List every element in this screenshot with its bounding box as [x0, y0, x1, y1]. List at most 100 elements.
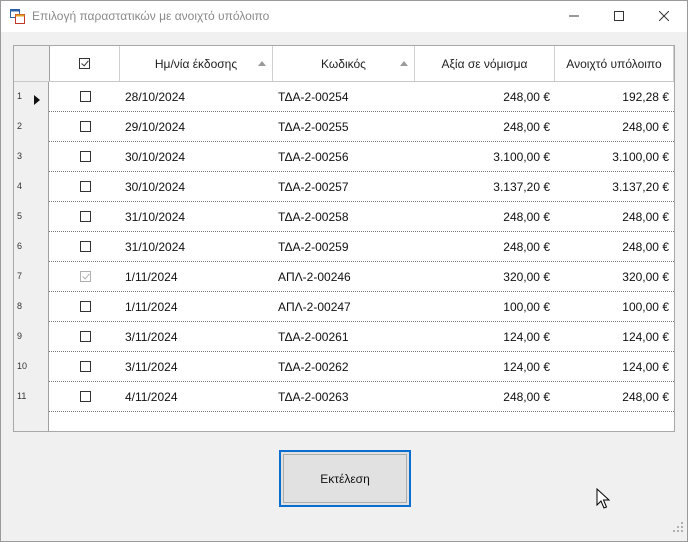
minimize-button[interactable]: [551, 1, 597, 32]
row-select-checkbox[interactable]: [79, 301, 91, 312]
cell-value[interactable]: 100,00 €: [415, 292, 555, 321]
cell-select[interactable]: [50, 292, 120, 321]
cell-date[interactable]: 31/10/2024: [120, 202, 273, 231]
cell-select[interactable]: [50, 142, 120, 171]
cell-date[interactable]: 1/11/2024: [120, 262, 273, 291]
new-row-placeholder[interactable]: [14, 412, 674, 431]
cell-balance[interactable]: 124,00 €: [555, 322, 674, 351]
table-row[interactable]: 5 31/10/2024 ΤΔΑ-2-00258 248,00 € 248,00 €: [14, 202, 674, 232]
maximize-button[interactable]: [596, 1, 642, 32]
header-select-all[interactable]: [50, 46, 120, 81]
row-header[interactable]: 8: [14, 292, 49, 322]
header-date[interactable]: Ημ/νία έκδοσης: [120, 46, 273, 81]
header-balance[interactable]: Ανοιχτό υπόλοιπο: [555, 46, 674, 81]
row-header[interactable]: 2: [14, 112, 49, 142]
row-header[interactable]: 4: [14, 172, 49, 202]
cell-date[interactable]: 4/11/2024: [120, 382, 273, 411]
table-row[interactable]: 2 29/10/2024 ΤΔΑ-2-00255 248,00 € 248,00 €: [14, 112, 674, 142]
cell-balance[interactable]: 3.137,20 €: [555, 172, 674, 201]
cell-value[interactable]: 248,00 €: [415, 382, 555, 411]
cell-select[interactable]: [50, 232, 120, 261]
cell-select[interactable]: [50, 262, 120, 291]
header-code[interactable]: Κωδικός: [273, 46, 415, 81]
row-select-checkbox[interactable]: [79, 151, 91, 162]
table-row[interactable]: 11 4/11/2024 ΤΔΑ-2-00263 248,00 € 248,00 €: [14, 382, 674, 412]
cell-code[interactable]: ΤΔΑ-2-00257: [273, 172, 415, 201]
row-select-checkbox[interactable]: [79, 361, 91, 372]
cell-balance[interactable]: 100,00 €: [555, 292, 674, 321]
row-select-checkbox[interactable]: [79, 121, 91, 132]
table-row[interactable]: 10 3/11/2024 ΤΔΑ-2-00262 124,00 € 124,00 €: [14, 352, 674, 382]
close-button[interactable]: [641, 1, 687, 32]
run-button[interactable]: Εκτέλεση: [279, 450, 411, 507]
cell-date[interactable]: 30/10/2024: [120, 142, 273, 171]
cell-balance[interactable]: 248,00 €: [555, 112, 674, 141]
cell-select[interactable]: [50, 352, 120, 381]
cell-code[interactable]: ΤΔΑ-2-00256: [273, 142, 415, 171]
cell-value[interactable]: 124,00 €: [415, 322, 555, 351]
cell-balance[interactable]: 192,28 €: [555, 82, 674, 111]
cell-balance[interactable]: 320,00 €: [555, 262, 674, 291]
cell-select[interactable]: [50, 202, 120, 231]
header-value[interactable]: Αξία σε νόμισμα: [415, 46, 555, 81]
cell-code[interactable]: ΑΠΛ-2-00247: [273, 292, 415, 321]
select-all-checkbox[interactable]: [79, 58, 90, 69]
cell-date[interactable]: 31/10/2024: [120, 232, 273, 261]
cell-date[interactable]: 29/10/2024: [120, 112, 273, 141]
cell-code[interactable]: ΤΔΑ-2-00258: [273, 202, 415, 231]
row-select-checkbox[interactable]: [79, 241, 91, 252]
table-row[interactable]: 9 3/11/2024 ΤΔΑ-2-00261 124,00 € 124,00 €: [14, 322, 674, 352]
row-header[interactable]: 10: [14, 352, 49, 382]
cell-value[interactable]: 320,00 €: [415, 262, 555, 291]
cell-balance[interactable]: 248,00 €: [555, 382, 674, 411]
resize-grip-icon[interactable]: [673, 520, 684, 538]
table-row[interactable]: 4 30/10/2024 ΤΔΑ-2-00257 3.137,20 € 3.137,20…: [14, 172, 674, 202]
cell-value[interactable]: 248,00 €: [415, 112, 555, 141]
cell-code[interactable]: ΑΠΛ-2-00246: [273, 262, 415, 291]
row-header[interactable]: 1: [14, 82, 49, 112]
cell-value[interactable]: 248,00 €: [415, 232, 555, 261]
cell-date[interactable]: 3/11/2024: [120, 322, 273, 351]
cell-code[interactable]: ΤΔΑ-2-00263: [273, 382, 415, 411]
row-header[interactable]: 6: [14, 232, 49, 262]
cell-date[interactable]: 28/10/2024: [120, 82, 273, 111]
cell-code[interactable]: ΤΔΑ-2-00262: [273, 352, 415, 381]
cell-select[interactable]: [50, 382, 120, 411]
row-header[interactable]: 11: [14, 382, 49, 412]
row-header[interactable]: 3: [14, 142, 49, 172]
row-header[interactable]: 9: [14, 322, 49, 352]
cell-value[interactable]: 248,00 €: [415, 202, 555, 231]
row-header[interactable]: 7: [14, 262, 49, 292]
cell-date[interactable]: 3/11/2024: [120, 352, 273, 381]
cell-value[interactable]: 124,00 €: [415, 352, 555, 381]
cell-code[interactable]: ΤΔΑ-2-00254: [273, 82, 415, 111]
cell-code[interactable]: ΤΔΑ-2-00261: [273, 322, 415, 351]
table-row[interactable]: 6 31/10/2024 ΤΔΑ-2-00259 248,00 € 248,00 €: [14, 232, 674, 262]
cell-date[interactable]: 1/11/2024: [120, 292, 273, 321]
cell-select[interactable]: [50, 112, 120, 141]
cell-balance[interactable]: 3.100,00 €: [555, 142, 674, 171]
cell-balance[interactable]: 248,00 €: [555, 202, 674, 231]
title-bar[interactable]: Επιλογή παραστατικών με ανοιχτό υπόλοιπο: [1, 1, 687, 32]
row-header[interactable]: [14, 412, 49, 431]
row-select-checkbox[interactable]: [79, 391, 91, 402]
cell-date[interactable]: 30/10/2024: [120, 172, 273, 201]
cell-select[interactable]: [50, 172, 120, 201]
row-select-checkbox[interactable]: [79, 91, 91, 102]
cell-code[interactable]: ΤΔΑ-2-00259: [273, 232, 415, 261]
row-select-checkbox[interactable]: [79, 181, 91, 192]
table-row[interactable]: 8 1/11/2024 ΑΠΛ-2-00247 100,00 € 100,00 €: [14, 292, 674, 322]
cell-value[interactable]: 3.137,20 €: [415, 172, 555, 201]
cell-select[interactable]: [50, 82, 120, 111]
cell-select[interactable]: [50, 322, 120, 351]
table-row[interactable]: 3 30/10/2024 ΤΔΑ-2-00256 3.100,00 € 3.100,00…: [14, 142, 674, 172]
cell-balance[interactable]: 124,00 €: [555, 352, 674, 381]
row-select-checkbox[interactable]: [79, 331, 91, 342]
table-row[interactable]: 1 28/10/2024 ΤΔΑ-2-00254 248,00 € 192,28 €: [14, 82, 674, 112]
table-row[interactable]: 7 1/11/2024 ΑΠΛ-2-00246 320,00 € 320,00 €: [14, 262, 674, 292]
cell-value[interactable]: 3.100,00 €: [415, 142, 555, 171]
row-header[interactable]: 5: [14, 202, 49, 232]
cell-code[interactable]: ΤΔΑ-2-00255: [273, 112, 415, 141]
cell-balance[interactable]: 248,00 €: [555, 232, 674, 261]
documents-grid[interactable]: Ημ/νία έκδοσης Κωδικός Αξία σε νόμισμα Α…: [13, 45, 675, 432]
